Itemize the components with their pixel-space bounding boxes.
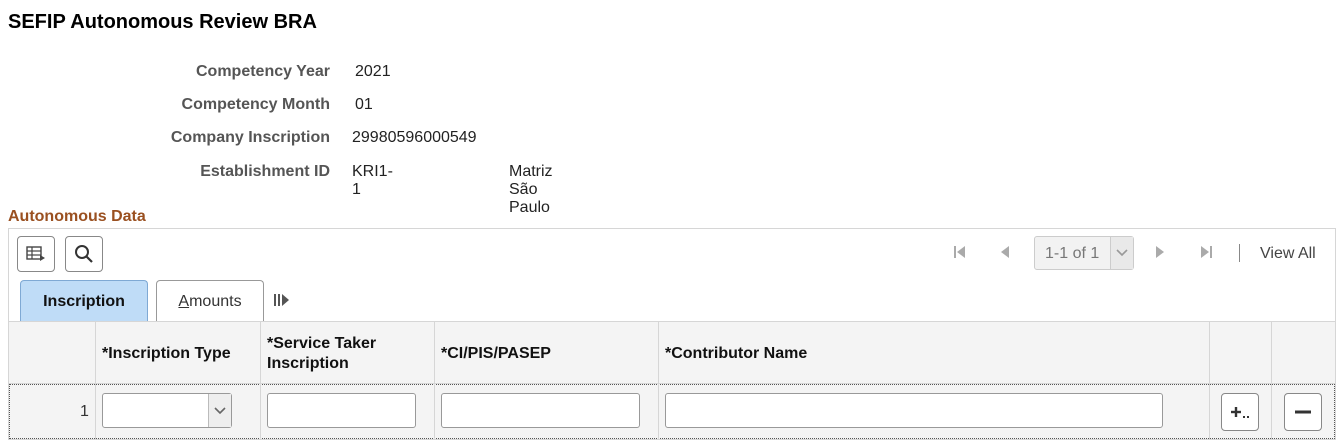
first-page-icon[interactable] [953, 244, 967, 260]
contributor-name-field[interactable] [665, 393, 1163, 428]
personalize-grid-button[interactable] [17, 236, 55, 272]
chevron-down-icon [1110, 237, 1133, 269]
column-divider [95, 321, 96, 439]
column-header-service-taker-inscription[interactable]: *Service Taker Inscription [267, 334, 417, 374]
page-range-select[interactable]: 1-1 of 1 [1034, 236, 1134, 270]
company-inscription-value: 29980596000549 [352, 129, 477, 146]
column-header-contributor-name[interactable]: *Contributor Name [665, 344, 807, 364]
company-inscription-label: Company Inscription [170, 129, 330, 146]
competency-year-value: 2021 [355, 63, 391, 80]
row-number: 1 [80, 403, 89, 420]
view-all-link[interactable]: View All [1260, 245, 1316, 263]
column-divider [658, 321, 659, 439]
column-divider [260, 321, 261, 439]
find-button[interactable] [65, 236, 103, 272]
pager-divider [1239, 244, 1240, 262]
column-header-inscription-type[interactable]: *Inscription Type [102, 344, 231, 364]
establishment-id-label: Establishment ID [200, 163, 330, 180]
add-row-button[interactable] [1221, 393, 1259, 431]
competency-month-label: Competency Month [181, 96, 330, 113]
competency-month-value: 01 [355, 96, 373, 113]
search-icon [75, 245, 93, 263]
column-header-ci-pis-pasep[interactable]: *CI/PIS/PASEP [441, 344, 551, 364]
establishment-id-value: KRI1-1 [352, 163, 393, 198]
grid-title: Autonomous Data [8, 208, 146, 225]
column-divider [1209, 321, 1210, 439]
chevron-down-icon [208, 394, 231, 427]
competency-year-label: Competency Year [196, 63, 330, 80]
plus-icon [1231, 407, 1249, 418]
tab-amounts[interactable]: Amounts [156, 280, 264, 322]
delete-row-button[interactable] [1284, 393, 1322, 431]
show-all-columns-icon[interactable] [273, 292, 291, 308]
grid-settings-icon [26, 246, 45, 261]
tab-inscription[interactable]: Inscription [20, 280, 148, 322]
ci-pis-pasep-field[interactable] [441, 393, 640, 428]
previous-page-icon[interactable] [999, 244, 1011, 260]
column-divider [1271, 321, 1272, 439]
column-divider [434, 321, 435, 439]
page-title: SEFIP Autonomous Review BRA [8, 11, 317, 33]
minus-icon [1295, 410, 1311, 414]
establishment-description: Matriz São Paulo [509, 163, 553, 216]
tab-inscription-label: Inscription [43, 292, 125, 310]
tab-amounts-label: Amounts [178, 292, 242, 310]
next-page-icon[interactable] [1154, 244, 1166, 260]
inscription-type-select[interactable] [102, 393, 232, 428]
service-taker-inscription-field[interactable] [267, 393, 416, 428]
last-page-icon[interactable] [1199, 244, 1213, 260]
page-range-text: 1-1 of 1 [1045, 245, 1100, 262]
